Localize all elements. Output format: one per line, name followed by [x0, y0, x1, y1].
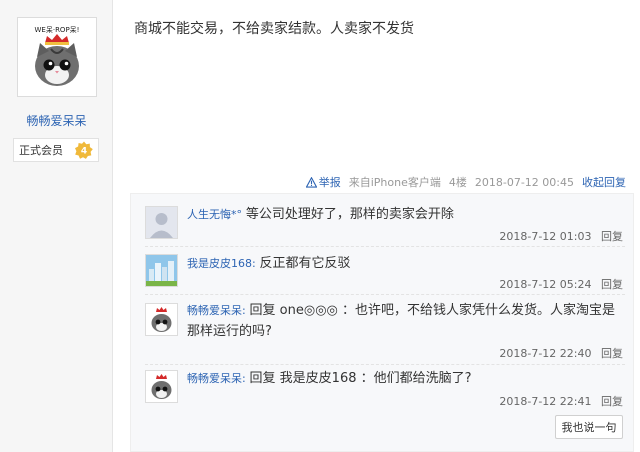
- level-badge-icon: 4: [75, 141, 93, 159]
- avatar-caption: WE呆·ROP呆!: [35, 26, 80, 34]
- reply-time: 2018-7-12 01:03: [499, 230, 592, 243]
- author-name[interactable]: 畅畅爱呆呆: [0, 112, 113, 129]
- reply-username[interactable]: 畅畅爱呆呆: [187, 304, 242, 317]
- post-time: 2018-07-12 00:45: [474, 175, 574, 189]
- cat-avatar-image: WE呆·ROP呆!: [21, 21, 93, 93]
- reply-avatar[interactable]: [145, 206, 178, 239]
- reply-button[interactable]: 回复: [601, 278, 623, 291]
- cat-avatar-image: [146, 371, 177, 402]
- reply-button[interactable]: 回复: [601, 347, 623, 360]
- post-floor: 4楼: [448, 176, 467, 189]
- city-avatar-image: [146, 255, 177, 286]
- reply-content: 反正都有它反驳: [259, 256, 351, 271]
- cat-avatar-image: [146, 304, 177, 335]
- reply-content: 回复 one◎◎◎ ：也许吧，不给钱人家凭什么发货。人家淘宝是那样运行的吗?: [187, 303, 616, 339]
- report-link[interactable]: 举报: [305, 174, 341, 190]
- post-content: 商城不能交易，不给卖家结款。人卖家不发货: [134, 21, 414, 37]
- post-source: 来自iPhone客户端: [348, 176, 441, 189]
- reply-list: 人生无悔*° 等公司处理好了，那样的卖家会开除 2018-7-12 01:03 …: [130, 193, 634, 452]
- reply-content: 回复 我是皮皮168 ：他们都给洗脑了?: [249, 371, 472, 386]
- reply-time: 2018-7-12 05:24: [499, 278, 592, 291]
- collapse-replies-button[interactable]: 收起回复: [582, 174, 626, 190]
- reply-user-suffix: :: [252, 257, 256, 270]
- default-avatar-image: [146, 207, 177, 238]
- member-role: 正式会员: [19, 144, 63, 157]
- level-number: 4: [81, 147, 87, 157]
- reply-time: 2018-7-12 22:41: [499, 395, 592, 408]
- reply-avatar[interactable]: [145, 370, 178, 403]
- reply-content: 等公司处理好了，那样的卖家会开除: [245, 207, 454, 222]
- list-item: 畅畅爱呆呆: 回复 one◎◎◎ ：也许吧，不给钱人家凭什么发货。人家淘宝是那样…: [131, 294, 633, 364]
- reply-user-suffix: *°: [231, 208, 242, 221]
- author-avatar[interactable]: WE呆·ROP呆!: [17, 17, 97, 97]
- reply-username[interactable]: 畅畅爱呆呆: [187, 372, 242, 385]
- reply-username[interactable]: 我是皮皮168: [187, 257, 252, 270]
- member-badge: 正式会员 4: [13, 138, 99, 162]
- list-item: 人生无悔*° 等公司处理好了，那样的卖家会开除 2018-7-12 01:03 …: [131, 194, 633, 246]
- reply-user-suffix: :: [242, 304, 246, 317]
- reply-username[interactable]: 人生无悔: [187, 208, 231, 221]
- reply-button[interactable]: 回复: [601, 395, 623, 408]
- list-item: 畅畅爱呆呆: 回复 我是皮皮168 ：他们都给洗脑了? 2018-7-12 22…: [131, 364, 633, 410]
- post-tail: 举报 来自iPhone客户端 4楼 2018-07-12 00:45 收起回复: [120, 171, 634, 191]
- say-something-button[interactable]: 我也说一句: [555, 415, 623, 439]
- report-label[interactable]: 举报: [319, 174, 341, 190]
- reply-time: 2018-7-12 22:40: [499, 347, 592, 360]
- list-item: 我是皮皮168: 反正都有它反驳 2018-7-12 05:24 回复: [131, 246, 633, 294]
- author-sidebar: WE呆·ROP呆! 畅畅爱呆呆 正式会员 4: [0, 0, 113, 452]
- reply-avatar[interactable]: [145, 254, 178, 287]
- reply-avatar[interactable]: [145, 303, 178, 336]
- reply-button[interactable]: 回复: [601, 230, 623, 243]
- reply-user-suffix: :: [242, 372, 246, 385]
- warning-icon: [305, 176, 317, 188]
